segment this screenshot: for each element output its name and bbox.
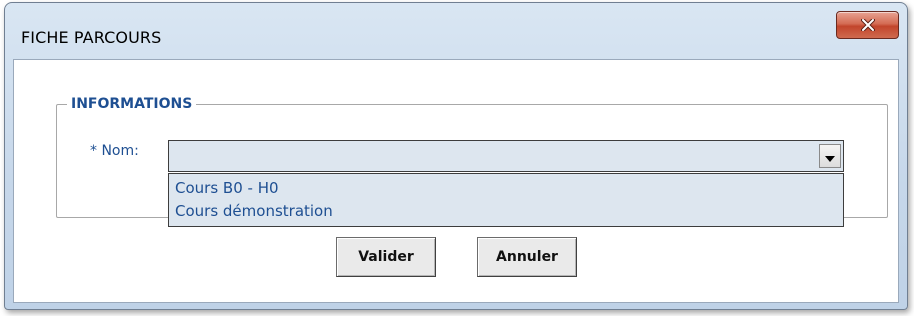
dialog-content: INFORMATIONS * Nom: Cours B0 - H0 Cours … [13,59,899,303]
chevron-down-icon [825,147,835,166]
annuler-button[interactable]: Annuler [477,237,577,277]
title-bar[interactable]: FICHE PARCOURS [5,3,907,59]
window-title: FICHE PARCOURS [21,28,162,47]
nom-label: * Nom: [90,143,139,159]
valider-button[interactable]: Valider [336,237,436,277]
dropdown-option-cours-b0-h0[interactable]: Cours B0 - H0 [169,177,843,200]
close-x-icon [860,19,875,31]
nom-combobox[interactable] [168,140,844,172]
dropdown-option-cours-demonstration[interactable]: Cours démonstration [169,200,843,223]
groupbox-legend: INFORMATIONS [67,94,197,114]
dropdown-arrow-button[interactable] [819,144,841,168]
nom-dropdown-list: Cours B0 - H0 Cours démonstration [168,173,844,227]
close-button[interactable] [836,11,899,39]
dialog-window: FICHE PARCOURS INFORMATIONS * Nom: Cours… [4,2,908,310]
